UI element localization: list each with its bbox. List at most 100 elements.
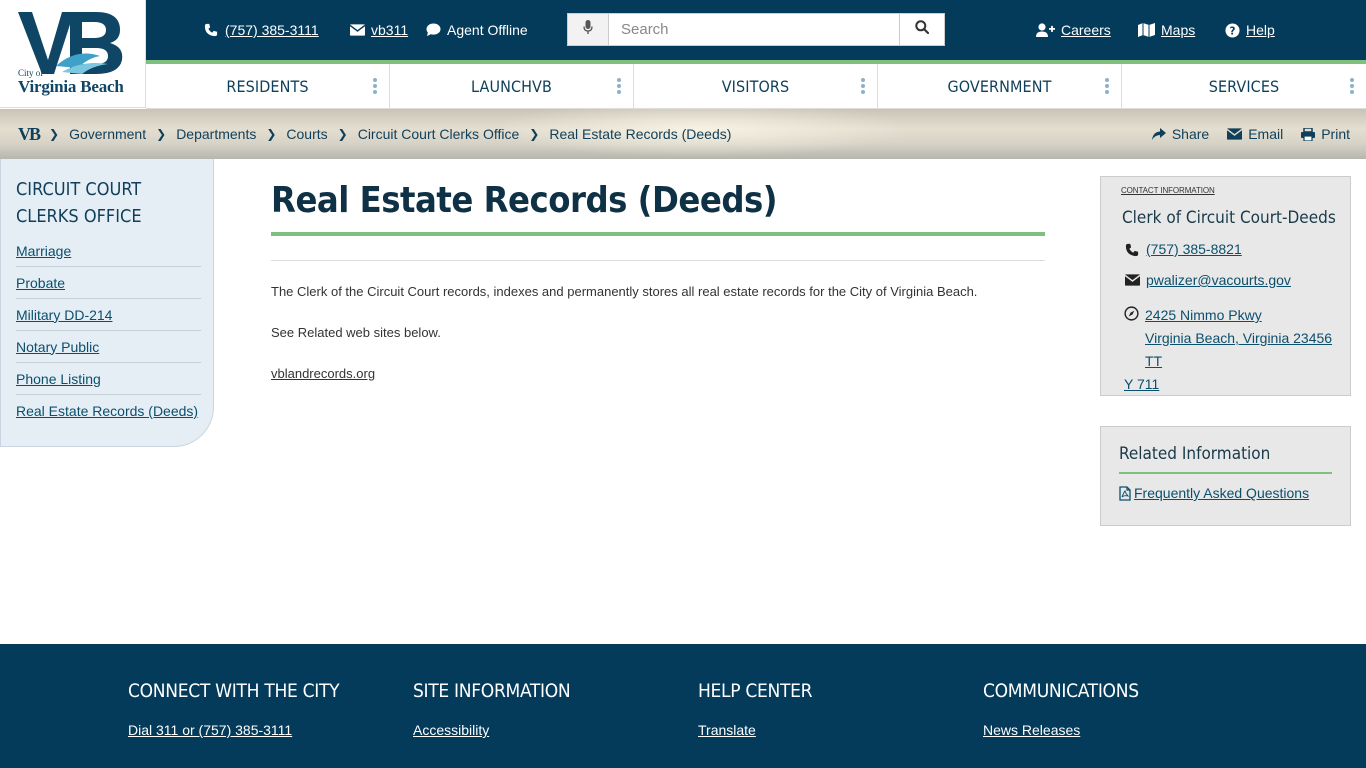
email-button[interactable]: Email <box>1227 126 1283 142</box>
email-label: Email <box>1248 126 1284 142</box>
topbar-careers[interactable]: Careers <box>1035 20 1111 40</box>
nav-government[interactable]: GOVERNMENT <box>878 64 1122 108</box>
more-vertical-icon[interactable] <box>861 78 865 94</box>
topbar-phone-link[interactable]: (757) 385-3111 <box>225 22 319 38</box>
envelope-icon <box>1227 128 1243 140</box>
footer-dial-311-link[interactable]: Dial 311 or (757) 385-3111 <box>128 722 339 738</box>
nav-launchvb[interactable]: LAUNCHVB <box>390 64 634 108</box>
content-divider <box>271 260 1045 261</box>
contact-phone: (757) 385-8821 <box>1124 241 1242 257</box>
breadcrumb-item[interactable]: Government <box>69 126 146 142</box>
intro-paragraph: The Clerk of the Circuit Court records, … <box>271 284 978 299</box>
faq-link[interactable]: Frequently Asked Questions <box>1134 485 1309 501</box>
user-plus-icon <box>1035 22 1055 38</box>
contact-email-link[interactable]: pwalizer@vacourts.gov <box>1146 272 1291 288</box>
nav-visitors[interactable]: VISITORS <box>634 64 878 108</box>
address-line-3: Y 711 <box>1124 376 1160 392</box>
related-sites-note: See Related web sites below. <box>271 325 441 340</box>
nav-label: LAUNCHVB <box>471 76 552 96</box>
sidebar-item-probate[interactable]: Probate <box>16 267 201 299</box>
chat-bubble-icon <box>425 22 441 38</box>
footer-accessibility-link[interactable]: Accessibility <box>413 722 570 738</box>
footer-translate-link[interactable]: Translate <box>698 722 812 738</box>
breadcrumb-home[interactable]: VB <box>18 124 41 145</box>
page-title: Real Estate Records (Deeds) <box>271 180 778 221</box>
footer-communications-column: COMMUNICATIONS News Releases <box>983 680 1139 738</box>
print-button[interactable]: Print <box>1301 126 1350 142</box>
sidebar-title[interactable]: CIRCUIT COURT CLERKS OFFICE <box>16 176 196 230</box>
footer-news-releases-link[interactable]: News Releases <box>983 722 1139 738</box>
breadcrumb-current: Real Estate Records (Deeds) <box>549 126 732 142</box>
envelope-icon <box>1124 272 1140 286</box>
related-title: Related Information <box>1119 444 1271 464</box>
footer-heading: COMMUNICATIONS <box>983 680 1139 702</box>
careers-link[interactable]: Careers <box>1061 22 1111 38</box>
vblandrecords-link[interactable]: vblandrecords.org <box>271 366 375 381</box>
voice-search-button[interactable] <box>567 13 609 46</box>
contact-name: Clerk of Circuit Court-Deeds <box>1122 208 1336 228</box>
share-button[interactable]: Share <box>1151 126 1210 142</box>
share-icon <box>1151 127 1166 140</box>
more-vertical-icon[interactable] <box>1350 78 1354 94</box>
topbar-phone[interactable]: (757) 385-3111 <box>203 20 319 40</box>
related-information-box <box>1100 426 1351 526</box>
breadcrumb-item[interactable]: Courts <box>286 126 327 142</box>
faq-item: Frequently Asked Questions <box>1119 485 1309 501</box>
search-submit-button[interactable] <box>899 13 945 46</box>
topbar-maps[interactable]: Maps <box>1137 20 1195 40</box>
search-input[interactable] <box>609 13 899 46</box>
more-vertical-icon[interactable] <box>617 78 621 94</box>
chevron-right-icon: ❯ <box>337 127 348 141</box>
breadcrumb-item[interactable]: Departments <box>176 126 256 142</box>
nav-label: RESIDENTS <box>226 76 309 96</box>
maps-link[interactable]: Maps <box>1161 22 1195 38</box>
chevron-right-icon: ❯ <box>156 127 167 141</box>
chevron-right-icon: ❯ <box>49 127 60 141</box>
map-icon <box>1137 22 1155 38</box>
page-tools: Share Email Print <box>1151 124 1350 144</box>
city-logo[interactable]: City of Virginia Beach <box>0 0 146 108</box>
chevron-right-icon: ❯ <box>266 127 277 141</box>
contact-phone-link[interactable]: (757) 385-8821 <box>1146 241 1242 257</box>
topbar-agent-status[interactable]: Agent Offline <box>425 20 528 40</box>
topbar-vb311-link[interactable]: vb311 <box>371 22 408 38</box>
chevron-right-icon: ❯ <box>529 127 540 141</box>
nav-services[interactable]: SERVICES <box>1122 64 1366 108</box>
address-line-1: 2425 Nimmo Pkwy <box>1145 307 1262 323</box>
phone-icon <box>203 22 219 38</box>
footer-site-info-column: SITE INFORMATION Accessibility <box>413 680 571 738</box>
microphone-icon <box>583 19 593 40</box>
main-navigation: RESIDENTS LAUNCHVB VISITORS GOVERNMENT S… <box>146 64 1366 109</box>
sidebar-item-military-dd214[interactable]: Military DD-214 <box>16 299 201 331</box>
breadcrumb-item[interactable]: Circuit Court Clerks Office <box>358 126 520 142</box>
envelope-icon <box>349 22 365 38</box>
svg-text:?: ? <box>1229 25 1235 37</box>
help-link[interactable]: Help <box>1246 22 1275 38</box>
footer-heading: CONNECT WITH THE CITY <box>128 680 340 702</box>
more-vertical-icon[interactable] <box>1105 78 1109 94</box>
nav-label: GOVERNMENT <box>947 76 1052 96</box>
sidebar-item-marriage[interactable]: Marriage <box>16 235 201 267</box>
contact-address[interactable]: 2425 Nimmo Pkwy Virginia Beach, Virginia… <box>1124 304 1338 396</box>
sidebar-item-real-estate-records[interactable]: Real Estate Records (Deeds) <box>16 395 201 427</box>
more-vertical-icon[interactable] <box>373 78 377 94</box>
print-icon <box>1301 127 1316 141</box>
sidebar-item-notary-public[interactable]: Notary Public <box>16 331 201 363</box>
topbar-help[interactable]: ? Help <box>1224 20 1275 40</box>
title-underline <box>271 232 1045 236</box>
share-label: Share <box>1171 126 1210 142</box>
footer-heading: SITE INFORMATION <box>413 680 571 702</box>
sidebar-item-phone-listing[interactable]: Phone Listing <box>16 363 201 395</box>
breadcrumb: VB ❯ Government ❯ Departments ❯ Courts ❯… <box>18 124 731 144</box>
compass-icon <box>1124 305 1139 328</box>
logo-name-text: Virginia Beach <box>18 77 124 96</box>
footer-heading: HELP CENTER <box>698 680 813 702</box>
contact-email: pwalizer@vacourts.gov <box>1124 272 1291 288</box>
site-search <box>567 13 945 46</box>
contact-label: CONTACT INFORMATION <box>1121 186 1215 195</box>
agent-status-text: Agent Offline <box>447 22 528 38</box>
topbar-vb311[interactable]: vb311 <box>349 20 408 40</box>
nav-residents[interactable]: RESIDENTS <box>146 64 390 108</box>
footer-connect-column: CONNECT WITH THE CITY Dial 311 or (757) … <box>128 680 340 738</box>
phone-icon <box>1124 241 1140 257</box>
